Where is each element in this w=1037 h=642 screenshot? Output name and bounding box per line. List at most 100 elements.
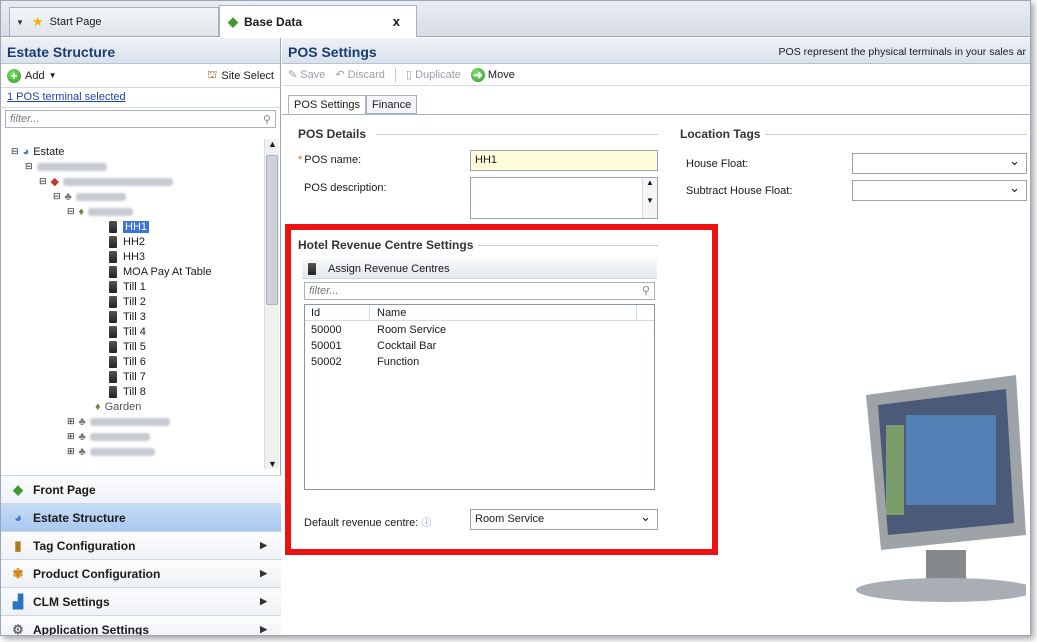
house-float-select[interactable] [852, 153, 1027, 174]
tree-item-terminal[interactable]: Till 4 [109, 324, 146, 339]
chevron-down-icon: ▼ [48, 71, 57, 80]
selection-link[interactable]: 1 POS terminal selected [1, 88, 280, 108]
nav-estate-structure[interactable]: ◕ Estate Structure [1, 503, 281, 531]
nav-label: Application Settings [33, 622, 150, 636]
tree-node-region[interactable]: ⊟ ◆ [39, 174, 174, 189]
location-tags-heading: Location Tags [680, 127, 761, 141]
subtract-house-float-select[interactable] [852, 180, 1027, 201]
site-icon: ♣ [78, 415, 86, 428]
move-button[interactable]: ➜ Move [470, 67, 515, 82]
scrollbar-thumb[interactable] [266, 155, 278, 305]
chart-icon: ▟ [13, 593, 23, 609]
nav-tag-configuration[interactable]: ▮ Tag Configuration ▶ [1, 531, 281, 559]
pos-name-label: * POS name: [298, 154, 361, 166]
estate-icon: ◕ [22, 145, 30, 158]
textarea-scrollbar[interactable]: ▲ ▼ [642, 178, 657, 218]
add-button[interactable]: + Add ▼ [7, 68, 57, 83]
tree-item-terminal[interactable]: Till 8 [109, 384, 146, 399]
terminal-base [856, 578, 1026, 602]
pos-settings-content: POS Details * POS name: HH1 POS descripti… [282, 114, 1030, 635]
close-tab-icon[interactable]: x [393, 14, 400, 29]
terminal-label: Till 7 [123, 370, 146, 383]
scroll-down-icon[interactable]: ▼ [268, 459, 277, 469]
tree-node-garden[interactable]: ♦ Garden [95, 399, 141, 414]
pos-description-label: POS description: [304, 182, 387, 194]
collapse-icon[interactable]: ⊟ [39, 176, 47, 187]
tree-item-terminal[interactable]: Till 5 [109, 339, 146, 354]
duplicate-icon: ▯ [405, 69, 412, 81]
duplicate-label: Duplicate [415, 69, 461, 81]
document-tab-bar: ▼ ★ Start Page ◆ Base Data x [1, 1, 1030, 37]
redacted-label [36, 162, 107, 171]
screen-panel [886, 425, 904, 515]
nav-clm-settings[interactable]: ▟ CLM Settings ▶ [1, 587, 281, 615]
expand-icon[interactable]: ⊞ [67, 431, 75, 442]
terminal-label: Till 8 [123, 385, 146, 398]
collapse-icon[interactable]: ⊟ [53, 191, 61, 202]
tree-node-site[interactable]: ⊞ ♣ [67, 429, 150, 444]
tree-item-terminal[interactable]: HH2 [109, 234, 145, 249]
page-description: POS represent the physical terminals in … [778, 46, 1026, 58]
pos-settings-panel: POS Settings POS represent the physical … [282, 38, 1030, 635]
front-page-icon: ◆ [13, 481, 23, 497]
tree-item-terminal[interactable]: Till 7 [109, 369, 146, 384]
tree-node-area[interactable]: ⊟ ♦ [67, 204, 134, 219]
dropdown-arrow-icon[interactable]: ▼ [16, 18, 24, 27]
tree-filter-input[interactable]: filter... ⚲ [5, 110, 276, 128]
collapse-icon[interactable]: ⊟ [25, 161, 33, 172]
estate-icon: ◕ [14, 510, 22, 525]
tree-item-terminal[interactable]: Till 3 [109, 309, 146, 324]
terminal-label: HH3 [123, 250, 146, 263]
tree-node-site[interactable]: ⊞ ♣ [67, 444, 155, 459]
tree-scrollbar[interactable]: ▲ ▼ [264, 139, 279, 469]
screen-keys [906, 415, 996, 505]
duplicate-button[interactable]: ▯ Duplicate [406, 68, 461, 81]
pos-description-textarea[interactable]: ▲ ▼ [470, 177, 658, 219]
tab-start-page[interactable]: ▼ ★ Start Page [9, 7, 219, 36]
discard-button[interactable]: ↶ Discard [335, 68, 385, 81]
tree-node-site[interactable]: ⊞ ♣ [67, 414, 170, 429]
save-button[interactable]: ✎ Save [288, 68, 325, 81]
tree-node-site[interactable]: ⊟ ♣ [53, 189, 126, 204]
nav-application-settings[interactable]: ⚙ Application Settings ▶ [1, 615, 281, 636]
move-icon: ➜ [470, 67, 485, 82]
region-icon: ◆ [50, 176, 60, 188]
group-divider [765, 134, 1027, 135]
collapse-icon[interactable]: ⊟ [11, 146, 19, 157]
redacted-label [89, 417, 170, 426]
tree-item-terminal[interactable]: HH1 [109, 219, 150, 234]
navigation-panel: ◆ Front Page ◕ Estate Structure ▮ Tag Co… [1, 475, 281, 636]
tree-item-terminal[interactable]: Till 2 [109, 294, 146, 309]
nav-label: Tag Configuration [33, 538, 136, 553]
nav-label: CLM Settings [33, 594, 110, 609]
tree-node-company[interactable]: ⊟ [25, 159, 107, 174]
expand-icon[interactable]: ⊞ [67, 446, 75, 457]
tab-finance[interactable]: Finance [366, 95, 418, 114]
nav-product-configuration[interactable]: ✾ Product Configuration ▶ [1, 559, 281, 587]
pos-terminal-icon [109, 355, 117, 368]
tree-item-terminal[interactable]: Till 6 [109, 354, 146, 369]
terminal-label: MOA Pay At Table [123, 265, 212, 278]
collapse-icon[interactable]: ⊟ [67, 206, 75, 217]
expand-icon[interactable]: ⊞ [67, 416, 75, 427]
tree-item-terminal[interactable]: HH3 [109, 249, 145, 264]
terminal-neck [926, 550, 966, 580]
terminal-label: Till 1 [123, 280, 146, 293]
toolbar-divider [394, 67, 396, 82]
base-data-icon: ◆ [228, 13, 238, 29]
tree-node-estate[interactable]: ⊟ ◕ Estate [11, 144, 64, 159]
tab-base-data[interactable]: ◆ Base Data x [219, 5, 417, 37]
terminal-label: Till 4 [123, 325, 146, 338]
nav-front-page[interactable]: ◆ Front Page [1, 475, 281, 503]
pos-name-input[interactable]: HH1 [470, 150, 658, 171]
redacted-label [75, 192, 126, 201]
required-icon: * [298, 154, 303, 166]
tree-item-terminal[interactable]: MOA Pay At Table [109, 264, 211, 279]
site-select-button[interactable]: ⛫ Site Select [207, 69, 274, 83]
pos-terminal-icon [109, 265, 117, 278]
tab-pos-settings[interactable]: POS Settings [288, 95, 367, 114]
application-window: ▼ ★ Start Page ◆ Base Data x Estate Stru… [0, 0, 1031, 636]
tree-item-terminal[interactable]: Till 1 [109, 279, 146, 294]
star-icon: ★ [31, 14, 44, 29]
scroll-up-icon[interactable]: ▲ [268, 139, 277, 149]
